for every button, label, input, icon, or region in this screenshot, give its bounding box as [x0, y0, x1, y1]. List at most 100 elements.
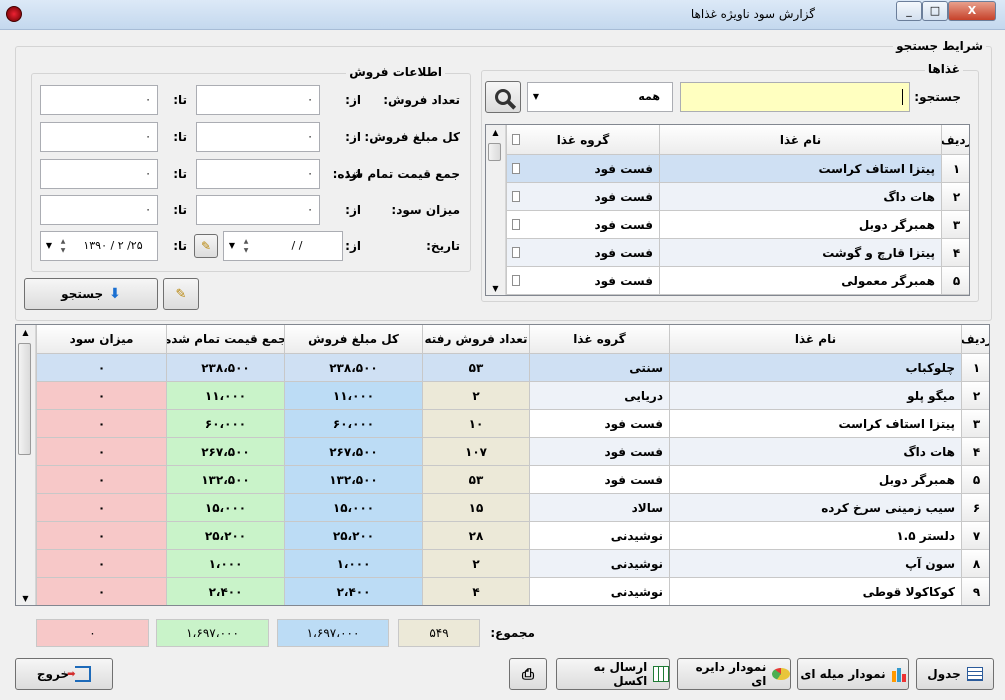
header-food-name[interactable]: نام غذا [669, 325, 961, 353]
report-table-row[interactable]: ۱ چلوکباب سنتی ۵۳ ۲۳۸،۵۰۰ ۲۳۸،۵۰۰ ۰ [16, 354, 989, 382]
report-table[interactable]: ردیف نام غذا گروه غذا تعداد فروش رفته کل… [15, 324, 990, 606]
food-group: فست فود [506, 267, 659, 294]
row-number: ۷ [961, 522, 989, 549]
food-table-row[interactable]: ۲ هات داگ فست فود [486, 183, 969, 211]
row-checkbox[interactable] [506, 239, 526, 266]
pie-chart-button[interactable]: نمودار دایره ای [677, 658, 791, 690]
to-input[interactable]: ۰ [40, 122, 158, 152]
total-cost: ۶۰،۰۰۰ [166, 410, 284, 437]
exit-button-label: خروج [36, 667, 70, 681]
sold-count: ۵۳ [422, 354, 529, 381]
scroll-down-arrow-icon[interactable]: ▼ [16, 591, 35, 605]
from-input[interactable]: ۰ [196, 85, 320, 115]
print-button[interactable]: ⎙ [509, 658, 547, 690]
select-all-checkbox[interactable] [506, 125, 526, 154]
to-input[interactable]: ۰ [40, 159, 158, 189]
minimize-button[interactable]: _ [896, 1, 922, 21]
from-input[interactable]: ۰ [196, 195, 320, 225]
report-table-row[interactable]: ۸ سون آپ نوشیدنی ۲ ۱،۰۰۰ ۱،۰۰۰ ۰ [16, 550, 989, 578]
to-label: تا: [173, 93, 187, 107]
exit-button[interactable]: ➡ خروج [15, 658, 113, 690]
app-icon[interactable] [6, 6, 22, 22]
food-name: دلستر ۱.۵ [669, 522, 961, 549]
checkbox-icon [512, 191, 520, 202]
header-total-sales[interactable]: کل مبلغ فروش [284, 325, 422, 353]
report-table-row[interactable]: ۹ کوکاکولا قوطی نوشیدنی ۴ ۲،۴۰۰ ۲،۴۰۰ ۰ [16, 578, 989, 605]
food-group: نوشیدنی [529, 522, 669, 549]
food-table-row[interactable]: ۱ پیتزا استاف کراست فست فود [486, 155, 969, 183]
chevron-down-icon[interactable]: ▼ [528, 83, 544, 111]
date-from-picker[interactable]: ▼ ▲ ▼ / / [223, 231, 343, 261]
from-input[interactable]: ۰ [196, 159, 320, 189]
food-group: دریایی [529, 382, 669, 409]
food-table-row[interactable]: ۳ همبرگر دوبل فست فود [486, 211, 969, 239]
profit: ۰ [36, 466, 166, 493]
food-table[interactable]: ردیف نام غذا گروه غذا ۱ پیتزا استاف کراست… [485, 124, 970, 296]
checkbox-icon [512, 275, 520, 286]
food-table-row[interactable]: ۵ همبرگر معمولی فست فود [486, 267, 969, 295]
bar-chart-button[interactable]: نمودار میله ای [797, 658, 909, 690]
text-cursor [902, 89, 903, 105]
row-checkbox[interactable] [506, 183, 526, 210]
total-cost: ۱،۰۰۰ [166, 550, 284, 577]
food-table-row[interactable]: ۴ پیتزا قارچ و گوشت فست فود [486, 239, 969, 267]
spin-icon[interactable]: ▲ ▼ [57, 237, 69, 255]
header-food-group[interactable]: گروه غذا [506, 125, 659, 154]
scroll-thumb[interactable] [488, 143, 501, 161]
total-count: ۵۴۹ [398, 619, 480, 647]
row-number: ۲ [961, 382, 989, 409]
header-row-number[interactable]: ردیف [961, 325, 989, 353]
date-to-picker[interactable]: ▼ ▲ ▼ ۱۳۹۰ / ۲ /۲۵ [40, 231, 158, 261]
export-excel-button[interactable]: ارسال به اکسل [556, 658, 670, 690]
report-table-row[interactable]: ۷ دلستر ۱.۵ نوشیدنی ۲۸ ۲۵،۲۰۰ ۲۵،۲۰۰ ۰ [16, 522, 989, 550]
clear-filters-button[interactable]: ✎ [163, 278, 199, 310]
total-cost: ۱۵،۰۰۰ [166, 494, 284, 521]
maximize-button[interactable]: □ [922, 1, 948, 21]
food-name: پیتزا استاف کراست [669, 410, 961, 437]
header-profit[interactable]: میزان سود [36, 325, 166, 353]
table-button-label: جدول [927, 667, 961, 681]
search-input[interactable] [680, 82, 910, 112]
clear-date-button[interactable]: ✎ [194, 234, 218, 258]
row-checkbox[interactable] [506, 267, 526, 294]
food-group: سنتی [529, 354, 669, 381]
row-checkbox[interactable] [506, 211, 526, 238]
from-input[interactable]: ۰ [196, 122, 320, 152]
report-table-row[interactable]: ۳ پیتزا استاف کراست فست فود ۱۰ ۶۰،۰۰۰ ۶۰،۰۰۰ ۰ [16, 410, 989, 438]
header-no[interactable]: ردیف [941, 125, 969, 154]
close-button[interactable]: X [948, 1, 996, 21]
food-table-scrollbar[interactable]: ▲ ▼ [486, 125, 506, 295]
to-input[interactable]: ۰ [40, 85, 158, 115]
profit: ۰ [36, 494, 166, 521]
profit: ۰ [36, 354, 166, 381]
category-dropdown[interactable]: ▼ همه [527, 82, 673, 112]
report-table-row[interactable]: ۵ همبرگر دوبل فست فود ۵۳ ۱۳۲،۵۰۰ ۱۳۲،۵۰۰ ۰ [16, 466, 989, 494]
chevron-down-icon[interactable]: ▼ [224, 232, 240, 260]
table-button[interactable]: جدول [916, 658, 994, 690]
search-icon-button[interactable] [485, 81, 521, 113]
scroll-up-arrow-icon[interactable]: ▲ [486, 125, 505, 141]
scroll-down-arrow-icon[interactable]: ▼ [486, 281, 505, 295]
row-checkbox[interactable] [506, 155, 526, 182]
row-number: ۲ [941, 183, 969, 210]
sold-count: ۱۰ [422, 410, 529, 437]
to-label: تا: [173, 203, 187, 217]
chevron-down-icon[interactable]: ▼ [41, 232, 57, 260]
report-table-row[interactable]: ۶ سیب زمینی سرخ کرده سالاد ۱۵ ۱۵،۰۰۰ ۱۵،۰۰۰ ۰ [16, 494, 989, 522]
header-food-group[interactable]: گروه غذا [529, 325, 669, 353]
header-sold-count[interactable]: تعداد فروش رفته [422, 325, 529, 353]
report-table-scrollbar[interactable]: ▲ ▼ [16, 325, 36, 605]
header-food-name[interactable]: نام غذا [659, 125, 941, 154]
scroll-thumb[interactable] [18, 343, 31, 455]
spin-icon[interactable]: ▲ ▼ [240, 237, 252, 255]
report-table-row[interactable]: ۲ میگو پلو دریایی ۲ ۱۱،۰۰۰ ۱۱،۰۰۰ ۰ [16, 382, 989, 410]
report-table-row[interactable]: ۴ هات داگ فست فود ۱۰۷ ۲۶۷،۵۰۰ ۲۶۷،۵۰۰ ۰ [16, 438, 989, 466]
bar-chart-button-label: نمودار میله ای [800, 667, 886, 681]
to-input[interactable]: ۰ [40, 195, 158, 225]
header-total-cost[interactable]: جمع قیمت تمام شده [166, 325, 284, 353]
search-button[interactable]: ⬇ جستجو [24, 278, 158, 310]
title-bar: گزارش سود ناویژه غذاها _ □ X [0, 0, 1005, 30]
food-name: میگو پلو [669, 382, 961, 409]
sold-count: ۱۰۷ [422, 438, 529, 465]
scroll-up-arrow-icon[interactable]: ▲ [16, 325, 35, 341]
